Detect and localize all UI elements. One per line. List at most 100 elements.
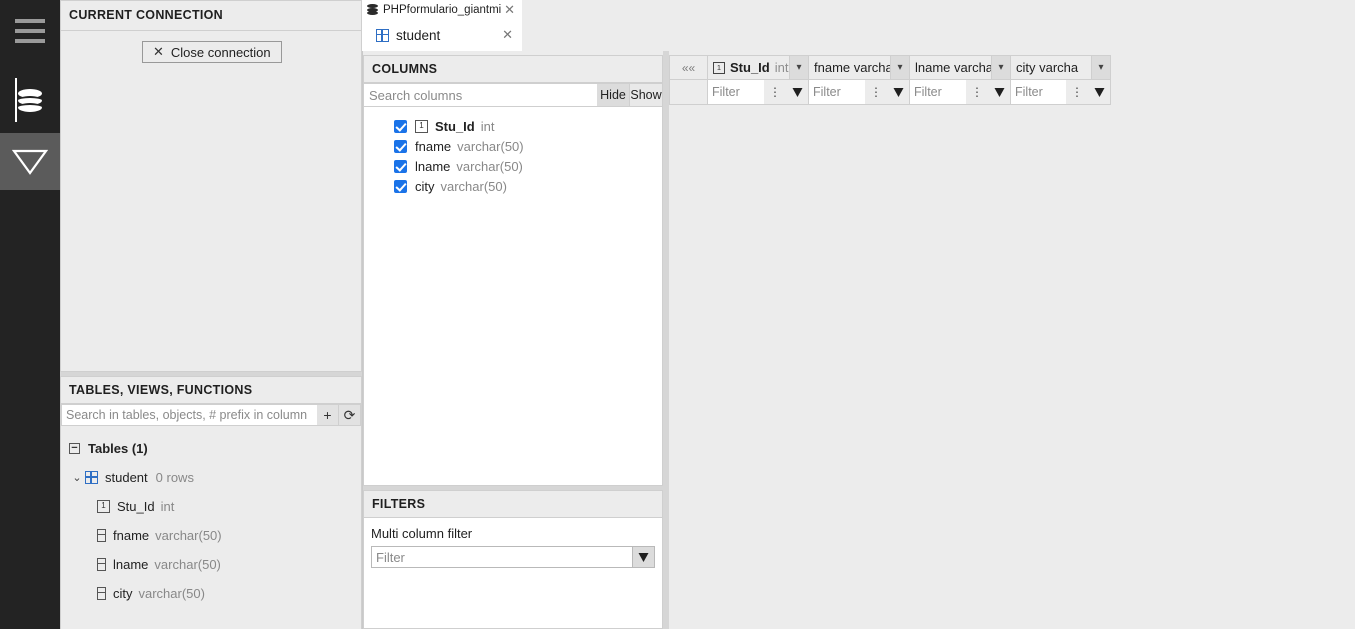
- column-list-item-stu-id[interactable]: 1 Stu_Id int: [394, 116, 662, 136]
- column-filter-input[interactable]: [1011, 80, 1066, 104]
- chevron-down-icon[interactable]: ▾: [789, 56, 808, 79]
- funnel-icon: [792, 87, 802, 97]
- data-grid-column-stu-id: 1 Stu_Id int ▾: [707, 55, 808, 80]
- current-connection-body: ✕ Close connection: [60, 31, 362, 372]
- plus-icon: +: [323, 407, 332, 423]
- add-object-button[interactable]: +: [317, 404, 339, 426]
- column-filter-input[interactable]: [910, 80, 966, 104]
- current-connection-panel: CURRENT CONNECTION ✕ Close connection: [60, 0, 362, 372]
- column-type: varchar(50): [456, 158, 523, 174]
- data-grid-column-fname: fname varcha ▾: [808, 55, 909, 80]
- double-chevron-left-icon: ««: [681, 60, 696, 75]
- hamburger-icon: [15, 16, 45, 46]
- column-list-item-lname[interactable]: lname varchar(50): [394, 156, 662, 176]
- primary-key-icon: 1: [415, 119, 428, 133]
- rail-item-filter[interactable]: [0, 133, 60, 190]
- vertical-dots-icon[interactable]: ⋮: [865, 80, 887, 104]
- columns-search-input[interactable]: [363, 83, 597, 107]
- column-icon: [97, 558, 106, 571]
- chevron-down-icon[interactable]: ▾: [1091, 56, 1110, 79]
- table-grid-icon: [376, 28, 389, 42]
- show-columns-button[interactable]: Show: [630, 83, 663, 107]
- column-list-item-city[interactable]: city varchar(50): [394, 176, 662, 196]
- close-connection-button[interactable]: ✕ Close connection: [142, 41, 282, 63]
- column-name: fname: [415, 138, 452, 154]
- filters-panel-body: Multi column filter: [363, 518, 663, 629]
- vertical-dots-icon[interactable]: ⋮: [764, 80, 786, 104]
- collapse-panel-button[interactable]: ««: [669, 55, 707, 80]
- column-filter-button[interactable]: [786, 80, 808, 104]
- tree-column-type: varchar(50): [155, 528, 222, 543]
- tree-table-rowcount: 0 rows: [155, 470, 194, 485]
- refresh-objects-button[interactable]: ⟳: [339, 404, 361, 426]
- hamburger-menu-button[interactable]: [0, 2, 60, 59]
- primary-key-icon: 1: [97, 500, 110, 513]
- data-grid-column-header-label[interactable]: 1 Stu_Id int: [708, 56, 789, 79]
- data-grid-filter-fname: ⋮: [808, 80, 909, 105]
- tree-column-type: varchar(50): [138, 586, 205, 601]
- tree-column-type: int: [160, 499, 175, 514]
- column-checkbox[interactable]: [394, 159, 407, 173]
- vertical-dots-icon[interactable]: ⋮: [966, 80, 988, 104]
- data-grid-filter-lname: ⋮: [909, 80, 1010, 105]
- database-icon: [367, 4, 378, 15]
- column-label: lname varcha: [915, 60, 991, 75]
- primary-key-icon: 1: [713, 61, 725, 74]
- tree-column-name: fname: [113, 528, 150, 543]
- chevron-down-icon[interactable]: ▾: [991, 56, 1010, 79]
- multi-column-filter-input[interactable]: [371, 546, 633, 568]
- columns-panel-title: COLUMNS: [363, 55, 663, 83]
- current-connection-title: CURRENT CONNECTION: [60, 0, 362, 31]
- column-filter-button[interactable]: [1088, 80, 1110, 104]
- close-icon[interactable]: ✕: [501, 2, 518, 18]
- tree-column-fname[interactable]: fname varchar(50): [61, 521, 361, 550]
- tree-group-tables[interactable]: − Tables (1): [61, 434, 361, 463]
- tree-column-city[interactable]: city varchar(50): [61, 579, 361, 608]
- object-tree: − Tables (1) ⌄ student 0 rows 1 Stu_Id i…: [60, 426, 362, 629]
- column-list-item-fname[interactable]: fname varchar(50): [394, 136, 662, 156]
- tab-table-student[interactable]: student ✕: [362, 19, 522, 51]
- tab-strip-background: [522, 0, 1355, 51]
- column-name: Stu_Id: [435, 118, 475, 134]
- funnel-icon: [1094, 87, 1104, 97]
- collapse-toggle-icon[interactable]: −: [69, 443, 80, 454]
- data-grid-column-header-label[interactable]: city varcha: [1011, 56, 1091, 79]
- column-checkbox[interactable]: [394, 179, 407, 193]
- column-icon: [97, 529, 106, 542]
- data-grid: «« 1 Stu_Id int ▾ fname varcha ▾ lname v…: [669, 55, 1116, 105]
- apply-filter-button[interactable]: [633, 546, 655, 568]
- data-grid-filter-row: ⋮ ⋮ ⋮: [669, 80, 1116, 105]
- refresh-icon: ⟳: [343, 406, 356, 423]
- column-type: varchar(50): [457, 138, 524, 154]
- column-filter-input[interactable]: [708, 80, 764, 104]
- data-grid-column-header-label[interactable]: lname varcha: [910, 56, 991, 79]
- hide-columns-button[interactable]: Hide: [597, 83, 630, 107]
- close-icon[interactable]: ✕: [499, 27, 516, 43]
- database-icon: [18, 88, 42, 114]
- tree-column-name: lname: [113, 557, 149, 572]
- tables-search-row: + ⟳: [60, 404, 362, 426]
- vertical-dots-icon[interactable]: ⋮: [1066, 80, 1088, 104]
- columns-search-row: Hide Show: [363, 83, 663, 107]
- tab-connection[interactable]: PHPformulario_giantmixat ✕: [362, 0, 522, 19]
- app-root: CURRENT CONNECTION ✕ Close connection TA…: [0, 0, 1355, 629]
- column-filter-button[interactable]: [887, 80, 909, 104]
- tree-item-table-student[interactable]: ⌄ student 0 rows: [61, 463, 361, 492]
- tables-search-input[interactable]: [61, 404, 317, 426]
- filters-panel: FILTERS Multi column filter: [363, 490, 663, 629]
- column-label: city varcha: [1016, 60, 1079, 75]
- column-filter-button[interactable]: [988, 80, 1010, 104]
- chevron-down-icon[interactable]: ▾: [890, 56, 909, 79]
- vertical-divider-right: [663, 51, 669, 629]
- tables-panel-title: TABLES, VIEWS, FUNCTIONS: [60, 376, 362, 404]
- tree-column-stu-id[interactable]: 1 Stu_Id int: [61, 492, 361, 521]
- column-checkbox[interactable]: [394, 139, 407, 153]
- chevron-down-icon[interactable]: ⌄: [69, 471, 85, 484]
- column-filter-input[interactable]: [809, 80, 865, 104]
- rail-item-database[interactable]: [0, 72, 60, 129]
- column-label: fname varcha: [814, 60, 890, 75]
- tree-column-lname[interactable]: lname varchar(50): [61, 550, 361, 579]
- column-type: int: [774, 60, 789, 75]
- data-grid-column-header-label[interactable]: fname varcha: [809, 56, 890, 79]
- column-checkbox[interactable]: [394, 119, 407, 133]
